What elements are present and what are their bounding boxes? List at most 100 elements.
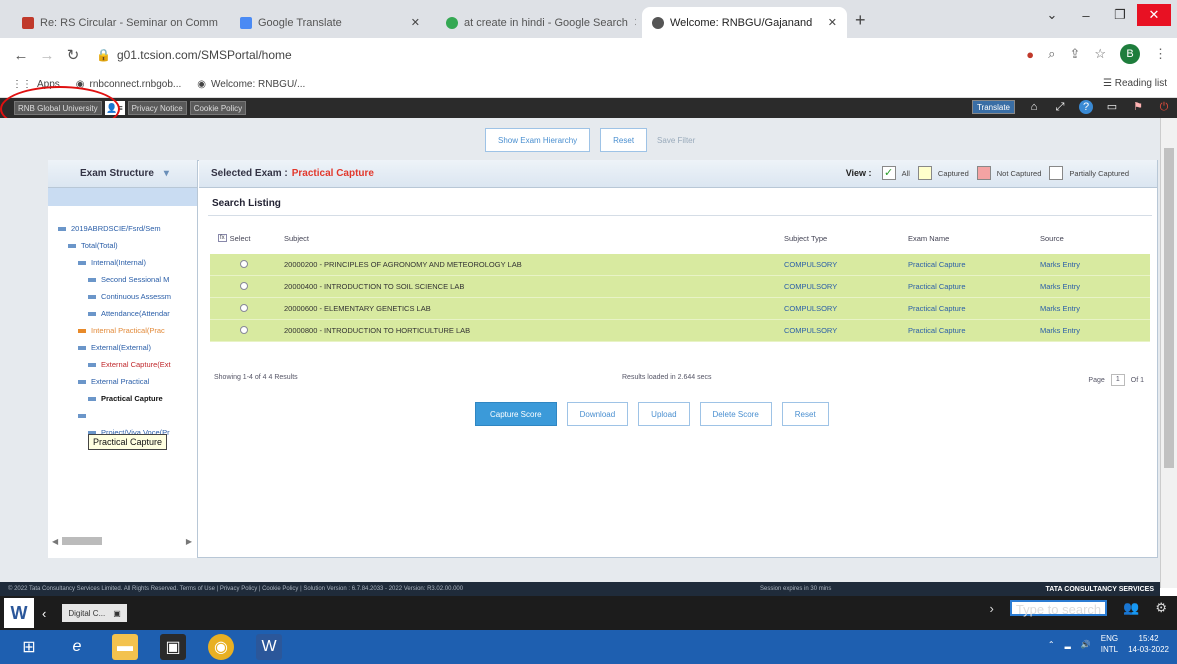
row-radio[interactable] <box>240 281 248 290</box>
window-icon[interactable]: ▭ <box>1105 100 1119 114</box>
volume-icon[interactable]: 🔊 <box>1081 640 1091 649</box>
scrollbar-thumb[interactable] <box>62 537 103 545</box>
reload-icon[interactable]: ↻ <box>60 46 86 64</box>
tree-node-icon[interactable] <box>78 413 86 418</box>
table-row[interactable]: 20000600 - ELEMENTARY GENETICS LAB COMPU… <box>210 298 1150 320</box>
bookmark-rnbconnect[interactable]: ◉ rnbconnect.rnbgob... <box>76 79 181 90</box>
table-row[interactable]: 20000800 - INTRODUCTION TO HORTICULTURE … <box>210 320 1150 342</box>
star-icon[interactable]: ☆ <box>1094 46 1106 62</box>
chevron-left-icon[interactable]: ‹ <box>42 606 46 621</box>
word-taskbar-icon[interactable]: W <box>256 634 282 660</box>
people-icon[interactable]: 👥 <box>1123 600 1139 616</box>
table-row[interactable]: 20000200 - PRINCIPLES OF AGRONOMY AND ME… <box>210 254 1150 276</box>
tree-node-icon[interactable] <box>88 311 96 316</box>
table-row[interactable]: 20000400 - INTRODUCTION TO SOIL SCIENCE … <box>210 276 1150 298</box>
language-select[interactable]: Translate <box>971 100 1015 114</box>
word-document-chip[interactable]: Digital C... ▣ <box>62 604 127 622</box>
language-indicator[interactable]: ENG INTL <box>1101 633 1118 655</box>
tree-node-icon[interactable] <box>88 396 96 401</box>
column-source[interactable]: Source <box>1040 234 1150 243</box>
store-icon[interactable]: ▣ <box>160 634 186 660</box>
settings-icon[interactable]: ⚙ <box>1155 600 1167 616</box>
reading-list[interactable]: ☰ Reading list <box>1103 78 1167 89</box>
help-icon[interactable]: ? <box>1079 100 1093 114</box>
browser-tab-2[interactable]: Google Translate ✕ <box>230 7 430 38</box>
chevron-up-icon[interactable]: ⌃ <box>1048 640 1055 649</box>
tree-item[interactable]: Second Sessional M <box>48 271 197 288</box>
back-icon[interactable]: ← <box>8 47 34 64</box>
word-logo-icon[interactable]: W <box>4 598 34 628</box>
tree-node-icon[interactable] <box>78 379 86 384</box>
windows-start-icon[interactable]: ⊞ <box>16 634 42 660</box>
tree-item[interactable]: Internal Practical(Prac <box>48 322 197 339</box>
close-icon[interactable]: ✕ <box>411 16 420 29</box>
chevron-down-icon[interactable]: ▾ <box>164 168 169 179</box>
fx-icon[interactable]: fx <box>218 234 227 242</box>
edge-icon[interactable]: e <box>64 634 90 660</box>
tree-item[interactable]: External Practical <box>48 373 197 390</box>
tree-node-icon[interactable] <box>68 243 76 248</box>
profile-avatar[interactable]: B <box>1120 44 1140 64</box>
chrome-icon[interactable]: ◉ <box>208 634 234 660</box>
column-subject-type[interactable]: Subject Type <box>784 234 908 243</box>
scroll-right-icon[interactable]: ▶ <box>186 537 192 546</box>
close-icon[interactable]: ✕ <box>828 16 837 29</box>
tree-node-icon[interactable] <box>88 362 96 367</box>
close-window-icon[interactable]: ✕ <box>1137 4 1171 26</box>
scroll-left-icon[interactable]: ◀ <box>52 537 58 546</box>
privacy-link[interactable]: Privacy Notice <box>127 101 187 115</box>
tree-node-icon[interactable] <box>58 226 66 231</box>
zoom-icon[interactable]: ⌕ <box>1048 46 1055 62</box>
tree-item[interactable]: Internal(Internal) <box>48 254 197 271</box>
scrollbar-thumb[interactable] <box>1164 148 1174 468</box>
tree-node-icon[interactable] <box>88 277 96 282</box>
extension-icon[interactable]: ● <box>1026 47 1034 62</box>
tree-item[interactable]: External(External) <box>48 339 197 356</box>
network-icon[interactable]: ▂ <box>1065 640 1071 649</box>
tree-node-icon[interactable] <box>78 328 86 333</box>
column-subject[interactable]: Subject <box>284 234 784 243</box>
cookie-link[interactable]: Cookie Policy <box>189 101 247 115</box>
forward-icon[interactable]: → <box>34 47 60 64</box>
column-exam-name[interactable]: Exam Name <box>908 234 1040 243</box>
notification-icon[interactable]: ⚑ <box>1131 100 1145 114</box>
upload-button[interactable]: Upload <box>638 402 690 426</box>
vertical-scrollbar[interactable] <box>1160 118 1177 588</box>
bookmark-welcome[interactable]: ◉ Welcome: RNBGU/... <box>197 79 305 90</box>
menu-icon[interactable]: ⋮ <box>1154 46 1167 62</box>
delete-score-button[interactable]: Delete Score <box>699 402 772 426</box>
tree-item[interactable]: Practical Capture <box>48 390 197 407</box>
new-tab-icon[interactable]: + <box>855 10 866 31</box>
power-icon[interactable]: ⏻ <box>1157 100 1171 114</box>
minimize-icon[interactable]: – <box>1069 4 1103 26</box>
tree-item[interactable]: Continuous Assessm <box>48 288 197 305</box>
capture-score-button[interactable]: Capture Score <box>475 402 557 426</box>
download-button[interactable]: Download <box>566 402 629 426</box>
save-filter-link[interactable]: Save Filter <box>657 136 695 145</box>
tree-node-icon[interactable] <box>88 294 96 299</box>
chevron-right-icon[interactable]: › <box>990 601 994 616</box>
close-icon[interactable]: ✕ <box>634 16 636 29</box>
page-input[interactable]: 1 <box>1110 374 1125 386</box>
legend-all-checkbox[interactable]: ✓ <box>881 166 896 180</box>
tree-horizontal-scrollbar[interactable]: ◀ ▶ <box>52 534 192 548</box>
legend-partial-swatch[interactable] <box>1049 166 1064 180</box>
tree-node-icon[interactable] <box>78 345 86 350</box>
maximize-icon[interactable]: ❐ <box>1103 4 1137 26</box>
tree-item[interactable]: Total(Total) <box>48 237 197 254</box>
reset-top-button[interactable]: Reset <box>600 128 648 152</box>
row-radio[interactable] <box>240 325 248 334</box>
word-search-input[interactable]: Type to search <box>1009 600 1108 617</box>
chevron-down-icon[interactable]: ⌄ <box>1035 4 1069 26</box>
tree-item[interactable] <box>48 407 197 424</box>
show-hierarchy-button[interactable]: Show Exam Hierarchy <box>485 128 591 152</box>
browser-tab-3[interactable]: at create in hindi - Google Search ✕ <box>436 7 636 38</box>
legend-not-captured-swatch[interactable] <box>976 166 991 180</box>
row-radio[interactable] <box>240 259 248 268</box>
url-field[interactable]: 🔒 g01.tcsion.com/SMSPortal/home <box>96 48 292 62</box>
tree-item[interactable]: External Capture(Ext <box>48 356 197 373</box>
expand-icon[interactable]: ⤢ <box>1053 100 1067 114</box>
reset-button[interactable]: Reset <box>781 402 829 426</box>
share-icon[interactable]: ⇪ <box>1069 46 1080 62</box>
home-icon[interactable]: ⌂ <box>1027 100 1041 114</box>
